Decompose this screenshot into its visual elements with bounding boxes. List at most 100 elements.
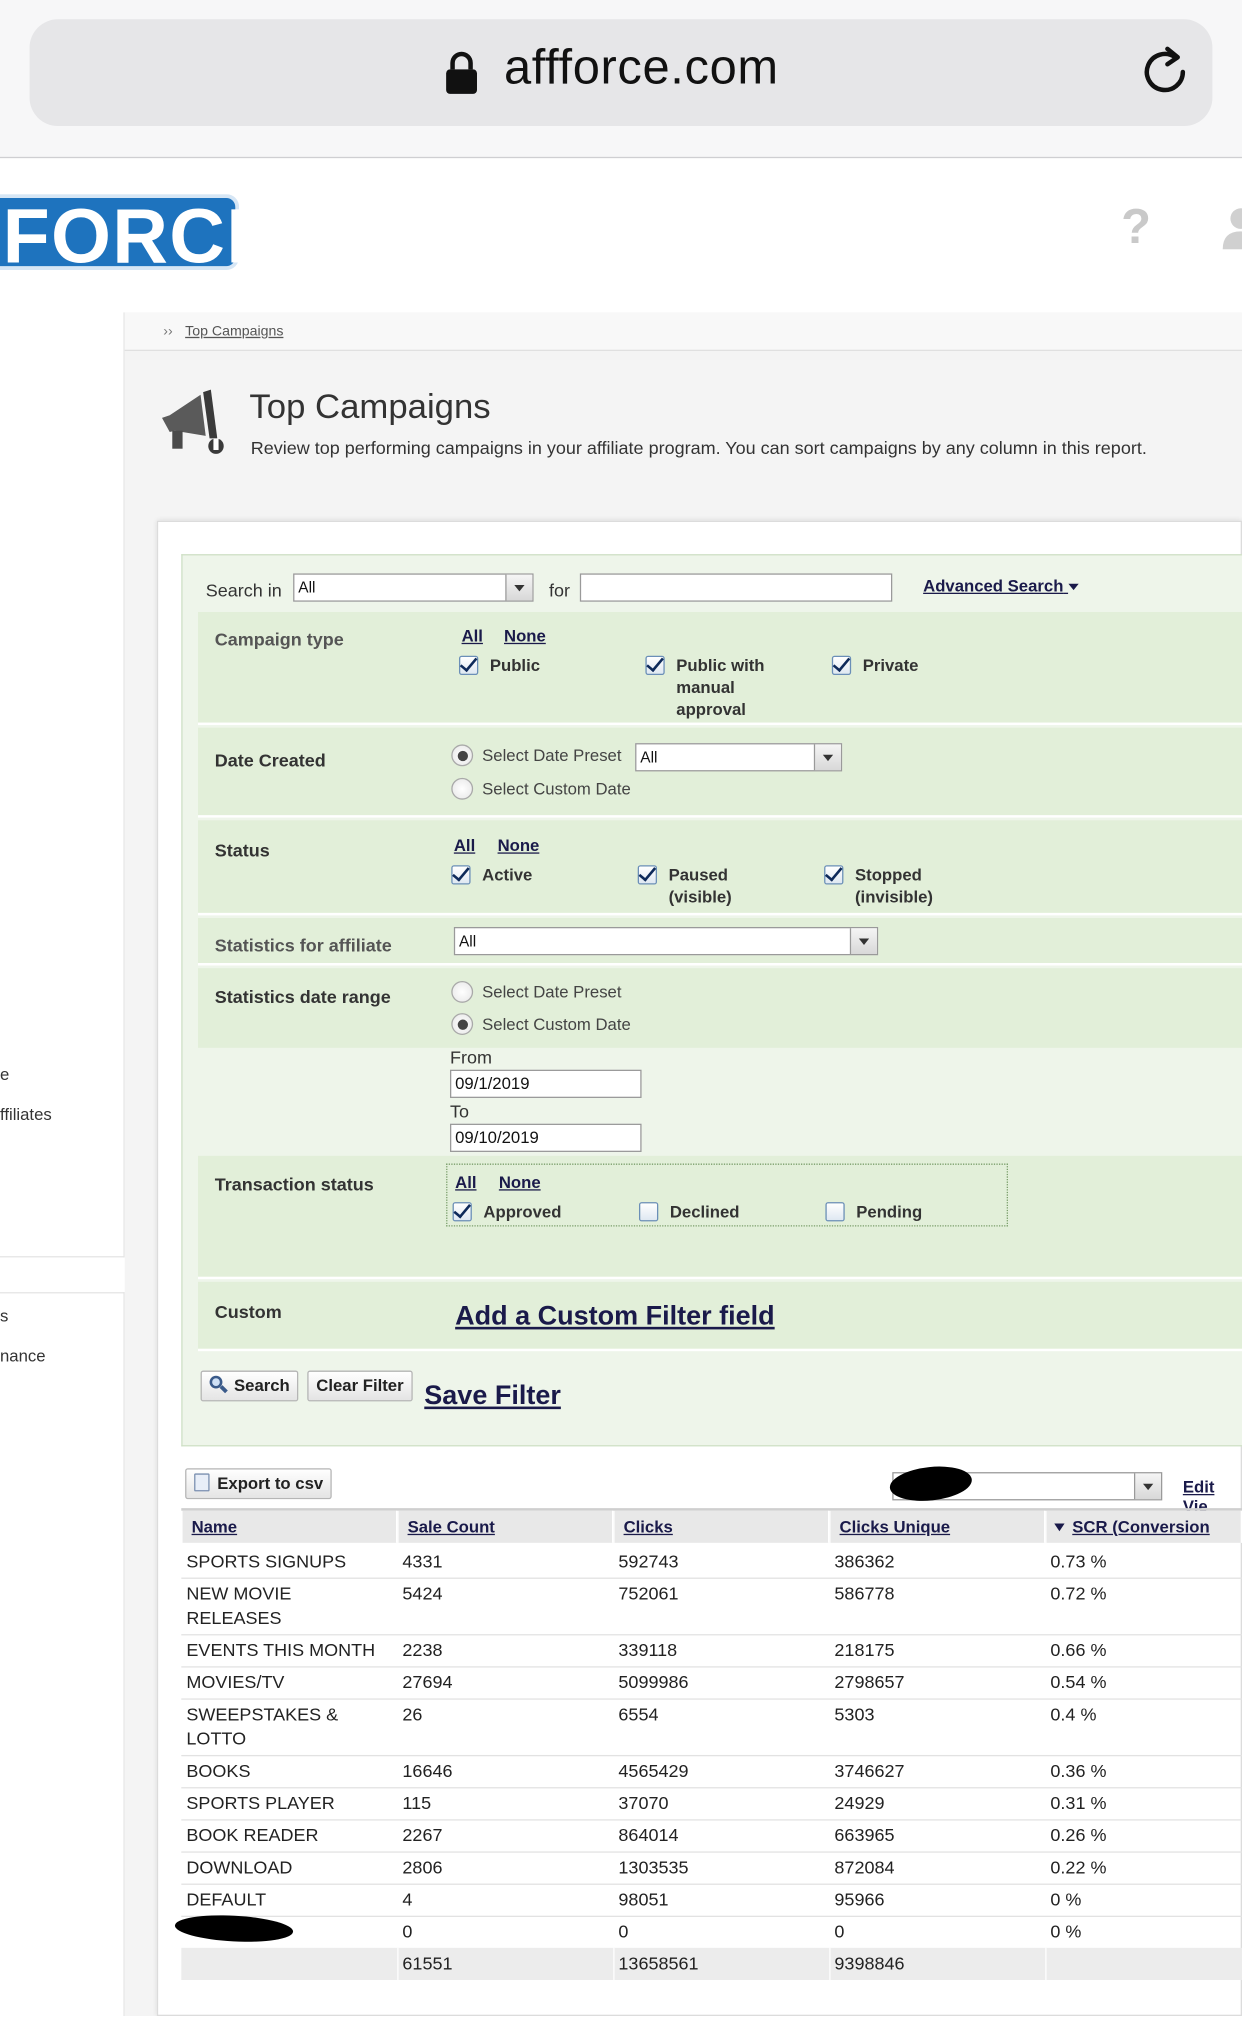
cell-clicks: 752061: [618, 1582, 679, 1604]
campaign-type-all-link[interactable]: All: [462, 626, 483, 645]
date-created-preset-select[interactable]: All: [635, 743, 843, 772]
row-divider: [181, 1819, 1242, 1821]
cell-sale-count: 16646: [402, 1760, 453, 1781]
chevron-down-icon[interactable]: [813, 744, 841, 771]
cell-clicks: 864014: [618, 1824, 679, 1845]
save-filter-link[interactable]: Save Filter: [424, 1381, 561, 1412]
private-label: Private: [862, 655, 919, 675]
affiliate-select[interactable]: All: [453, 926, 879, 956]
declined-checkbox[interactable]: [638, 1202, 659, 1222]
cell-clicks-unique: 872084: [834, 1856, 895, 1878]
stats-range-preset-radio[interactable]: [451, 980, 474, 1003]
cell-name-line2: LOTTO: [186, 1727, 247, 1749]
chevron-down-icon[interactable]: [849, 928, 877, 954]
date-created-preset-value: All: [640, 748, 658, 767]
from-date-input[interactable]: 09/1/2019: [449, 1069, 642, 1098]
cell-sale-count: 5424: [402, 1582, 443, 1604]
export-csv-button[interactable]: Export to csv: [185, 1468, 333, 1500]
stopped-line1: Stopped: [854, 865, 922, 885]
cell-clicks: 37070: [618, 1792, 669, 1813]
cell-clicks-unique: 2798657: [834, 1671, 905, 1692]
private-checkbox[interactable]: [831, 655, 852, 675]
advanced-search-label[interactable]: Advanced Search: [923, 576, 1063, 595]
cell-sale-count: 26: [402, 1703, 423, 1725]
clear-filter-button[interactable]: Clear Filter: [307, 1370, 413, 1402]
search-scope-value: All: [298, 578, 316, 597]
url-text[interactable]: affforce.com: [504, 41, 779, 96]
cell-name: MOVIES/TV: [186, 1670, 392, 1694]
cell-name: SPORTS SIGNUPS: [186, 1549, 392, 1573]
breadcrumb-top-campaigns[interactable]: Top Campaigns: [185, 324, 283, 339]
search-input[interactable]: [579, 573, 893, 602]
paused-checkbox[interactable]: [637, 865, 657, 885]
cell-sale-count: 0: [402, 1920, 413, 1942]
active-checkbox[interactable]: [451, 865, 471, 885]
cell-name-line1: SWEEPSTAKES &: [186, 1703, 339, 1725]
search-button-label[interactable]: Search: [234, 1376, 290, 1395]
brand-logo[interactable]: FORCE: [0, 194, 278, 274]
public-manual-line1: Public with: [676, 655, 765, 675]
campaign-type-none-link[interactable]: None: [504, 626, 546, 645]
cell-sale-count: 2806: [402, 1856, 443, 1878]
row-divider: [181, 1634, 1242, 1636]
sidebar-item[interactable]: e: [0, 1065, 9, 1084]
from-label: From: [449, 1046, 493, 1068]
public-checkbox[interactable]: [458, 655, 479, 675]
search-button[interactable]: Search: [200, 1370, 299, 1402]
date-created-label: Date Created: [214, 749, 326, 771]
transaction-label: Transaction status: [214, 1173, 374, 1195]
cell-scr: 0.31 %: [1050, 1792, 1107, 1813]
cell-name-line2: RELEASES: [186, 1607, 282, 1628]
user-icon[interactable]: [1221, 206, 1242, 250]
sidebar-item-performance[interactable]: nance: [0, 1346, 46, 1365]
status-all-link[interactable]: All: [454, 836, 475, 855]
advanced-search-link[interactable]: Advanced Search: [923, 576, 1079, 595]
chevron-down-icon[interactable]: [1133, 1473, 1161, 1500]
export-csv-label[interactable]: Export to csv: [217, 1473, 323, 1492]
date-created-row: [197, 727, 1242, 818]
paused-line2: (visible): [668, 887, 732, 907]
public-manual-label: Public with manual approval: [676, 654, 764, 720]
cell-name-line1: DEFAULT: [186, 1888, 267, 1910]
add-custom-filter-link[interactable]: Add a Custom Filter field: [455, 1301, 775, 1332]
cell-clicks-unique: 95966: [834, 1888, 885, 1910]
transaction-none-link[interactable]: None: [499, 1173, 541, 1192]
status-none-link[interactable]: None: [498, 836, 540, 855]
col-header-clicks-unique[interactable]: Clicks Unique: [830, 1510, 1046, 1543]
search-scope-select[interactable]: All: [293, 573, 534, 602]
approved-checkbox[interactable]: [452, 1202, 472, 1222]
to-date-input[interactable]: 09/10/2019: [449, 1123, 642, 1152]
affiliate-label: Statistics for affiliate: [214, 934, 392, 956]
cell-sale-count: 4: [402, 1888, 413, 1910]
public-manual-line3: approval: [676, 699, 746, 719]
stats-range-custom-radio[interactable]: [451, 1013, 474, 1035]
cell-name: BOOKS: [186, 1759, 392, 1783]
help-icon[interactable]: ?: [1121, 201, 1151, 256]
col-header-scr[interactable]: SCR (Conversion: [1046, 1510, 1242, 1543]
sidebar-panel-bottom: [0, 1292, 125, 2016]
col-header-sale-count[interactable]: Sale Count: [398, 1510, 614, 1543]
pending-checkbox[interactable]: [825, 1202, 845, 1222]
public-manual-checkbox[interactable]: [645, 655, 665, 675]
sidebar-item-affiliates[interactable]: ffiliates: [0, 1104, 52, 1123]
transaction-all-link[interactable]: All: [455, 1173, 476, 1192]
cell-scr: 0.73 %: [1050, 1550, 1107, 1572]
caret-down-icon[interactable]: [1068, 583, 1079, 591]
cell-scr: 0 %: [1050, 1888, 1082, 1910]
cell-clicks: 592743: [618, 1550, 679, 1572]
stopped-checkbox[interactable]: [824, 865, 844, 885]
megaphone-icon: [161, 389, 224, 454]
chevron-down-icon[interactable]: [505, 574, 533, 601]
col-header-clicks[interactable]: Clicks: [614, 1510, 830, 1543]
reload-icon[interactable]: [1137, 44, 1194, 101]
col-header-scr-label[interactable]: SCR (Conversion: [1072, 1517, 1209, 1536]
cell-sale-count: 2238: [402, 1639, 443, 1660]
cell-scr: 0.22 %: [1050, 1856, 1107, 1878]
status-label: Status: [214, 839, 270, 861]
sidebar-item[interactable]: s: [0, 1306, 8, 1325]
date-created-preset-radio[interactable]: [451, 744, 474, 767]
col-header-name[interactable]: Name: [182, 1510, 398, 1543]
date-created-custom-radio[interactable]: [451, 777, 474, 800]
cell-clicks: 5099986: [618, 1671, 689, 1692]
cell-name-line1: MOVIES/TV: [186, 1671, 285, 1692]
